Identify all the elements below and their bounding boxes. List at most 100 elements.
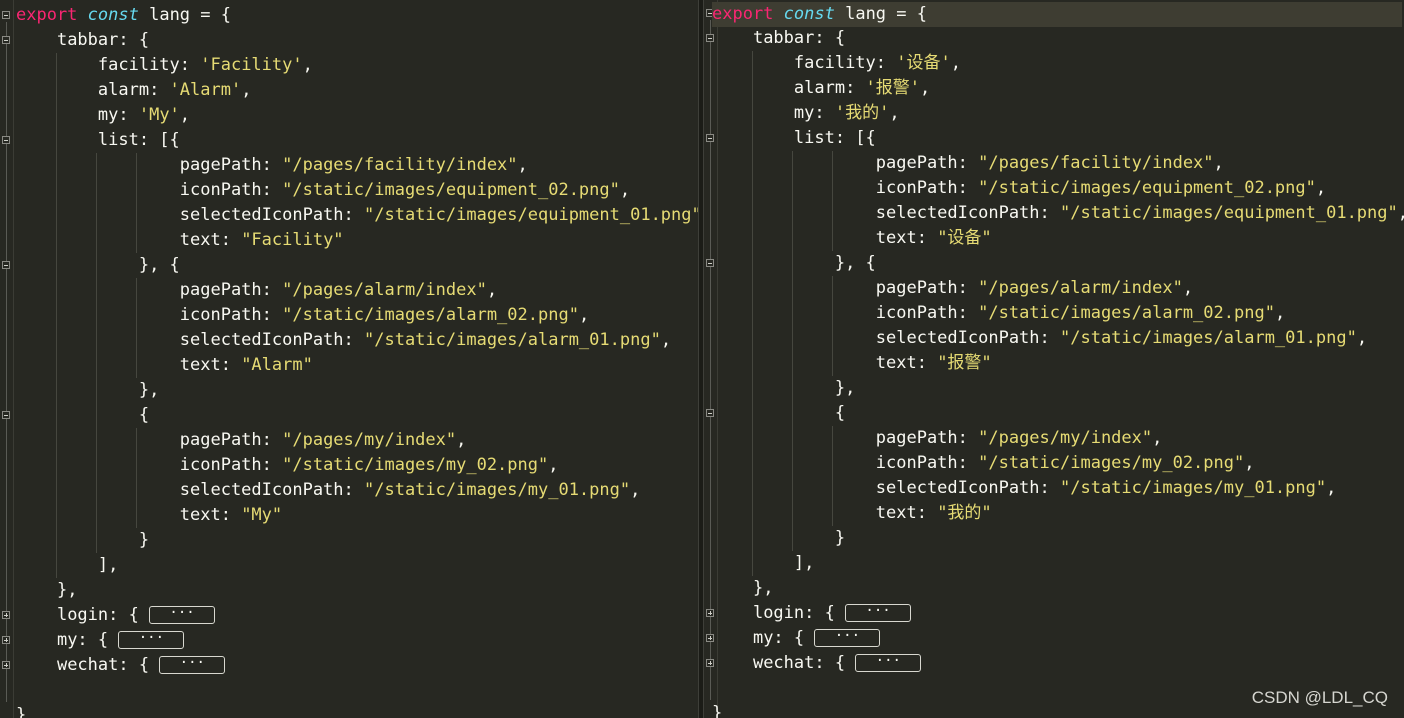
code-text: }	[834, 528, 846, 548]
code-text: wechat: {	[752, 653, 856, 673]
code-text: wechat: {	[56, 655, 160, 675]
code-text: pagePath:	[875, 278, 979, 298]
string-token: "报警"	[937, 353, 992, 373]
code-text: }, {	[138, 255, 180, 275]
code-line: selectedIconPath: "/static/images/alarm_…	[16, 328, 671, 353]
code-text: }	[16, 705, 27, 718]
code-text: selectedIconPath:	[179, 480, 364, 500]
code-line: iconPath: "/static/images/alarm_02.png",	[712, 301, 1285, 326]
string-token: 'Alarm'	[169, 80, 242, 100]
folded-block-button[interactable]: ···	[845, 604, 912, 622]
code-line: pagePath: "/pages/facility/index",	[16, 153, 528, 178]
code-line: },	[712, 376, 855, 401]
code-text: }, {	[834, 253, 876, 273]
editor-pane-left[interactable]: export const lang = { tabbar: { facility…	[0, 0, 698, 718]
expand-toggle-icon[interactable]	[2, 661, 10, 669]
code-text: text:	[179, 505, 242, 525]
code-text: facility:	[793, 53, 897, 73]
code-line: pagePath: "/pages/alarm/index",	[16, 278, 497, 303]
string-token: "/static/images/alarm_01.png"	[364, 330, 661, 350]
code-text: ,	[1398, 203, 1404, 223]
code-text: facility:	[97, 55, 201, 75]
code-text: selectedIconPath:	[875, 328, 1060, 348]
code-text: }	[712, 703, 723, 718]
code-text: list: [{	[97, 130, 180, 150]
code-line: }	[16, 528, 149, 553]
code-text: ,	[619, 180, 631, 200]
folded-block-button[interactable]: ···	[855, 654, 922, 672]
fold-toggle-icon[interactable]	[2, 411, 10, 419]
code-text: login: {	[752, 603, 846, 623]
code-text: tabbar: {	[752, 28, 846, 48]
string-token: "/static/images/equipment_02.png"	[282, 180, 620, 200]
expand-toggle-icon[interactable]	[2, 636, 10, 644]
code-text: list: [{	[793, 128, 876, 148]
code-text: iconPath:	[875, 303, 979, 323]
code-line: },	[16, 378, 159, 403]
code-line: },	[16, 578, 77, 603]
code-line: tabbar: {	[16, 28, 149, 53]
string-token: "/static/images/my_02.png"	[978, 453, 1245, 473]
code-line: iconPath: "/static/images/alarm_02.png",	[16, 303, 589, 328]
code-text: ,	[486, 280, 498, 300]
fold-range-line	[6, 22, 7, 702]
code-text: ,	[241, 80, 252, 100]
code-line: text: "设备"	[712, 226, 992, 251]
string-token: "Alarm"	[241, 355, 313, 375]
code-text: my:	[97, 105, 139, 125]
code-line: wechat: { ···	[16, 653, 226, 678]
code-line: list: [{	[16, 128, 180, 153]
code-text: ,	[660, 330, 672, 350]
expand-toggle-icon[interactable]	[2, 611, 10, 619]
code-line: selectedIconPath: "/static/images/equipm…	[712, 201, 1404, 226]
folded-block-button[interactable]: ···	[814, 629, 881, 647]
code-text: selectedIconPath:	[179, 330, 364, 350]
code-text: ,	[889, 103, 900, 123]
code-text: ,	[1315, 178, 1327, 198]
code-text: }	[138, 530, 150, 550]
code-text: ,	[302, 55, 313, 75]
code-line: text: "Facility"	[16, 228, 344, 253]
string-token: "/static/images/equipment_02.png"	[978, 178, 1316, 198]
code-line-current: export const lang = {	[712, 2, 1402, 27]
fold-toggle-icon[interactable]	[2, 11, 10, 19]
code-text: pagePath:	[179, 280, 283, 300]
fold-toggle-icon[interactable]	[2, 136, 10, 144]
code-text: ,	[1244, 453, 1255, 473]
string-token: "Facility"	[241, 230, 344, 250]
editor-pane-right[interactable]: export const lang = { tabbar: { facility…	[704, 0, 1404, 718]
code-text: selectedIconPath:	[875, 478, 1060, 498]
code-text: pagePath:	[179, 155, 283, 175]
string-token: "/pages/alarm/index"	[978, 278, 1183, 298]
fold-toggle-icon[interactable]	[2, 36, 10, 44]
code-line: pagePath: "/pages/alarm/index",	[712, 276, 1193, 301]
code-text: ,	[630, 480, 641, 500]
string-token: '我的'	[834, 103, 890, 123]
code-text: },	[56, 580, 78, 600]
code-line: pagePath: "/pages/my/index",	[16, 428, 467, 453]
code-text: ,	[578, 305, 590, 325]
code-line: my: '我的',	[712, 101, 900, 126]
fold-toggle-icon[interactable]	[2, 261, 10, 269]
watermark-text: CSDN @LDL_CQ	[1251, 688, 1388, 707]
code-line: text: "报警"	[712, 351, 992, 376]
code-line: login: { ···	[16, 603, 216, 628]
code-line: login: { ···	[712, 601, 912, 626]
folded-block-button[interactable]: ···	[149, 606, 216, 624]
keyword-token: export	[712, 4, 774, 24]
code-text: ,	[1326, 478, 1337, 498]
code-text: ,	[548, 455, 559, 475]
string-token: "/pages/my/index"	[978, 428, 1153, 448]
code-text: ,	[920, 78, 931, 98]
folded-block-button[interactable]: ···	[159, 656, 226, 674]
code-line: pagePath: "/pages/my/index",	[712, 426, 1163, 451]
code-text: text:	[875, 353, 938, 373]
code-line: export const lang = {	[16, 3, 231, 28]
code-text: ,	[1356, 328, 1368, 348]
code-text: iconPath:	[875, 453, 979, 473]
code-line: facility: '设备',	[712, 51, 961, 76]
folded-block-button[interactable]: ···	[118, 631, 185, 649]
string-token: 'My'	[138, 105, 180, 125]
code-text: iconPath:	[179, 455, 283, 475]
code-line: text: "我的"	[712, 501, 992, 526]
